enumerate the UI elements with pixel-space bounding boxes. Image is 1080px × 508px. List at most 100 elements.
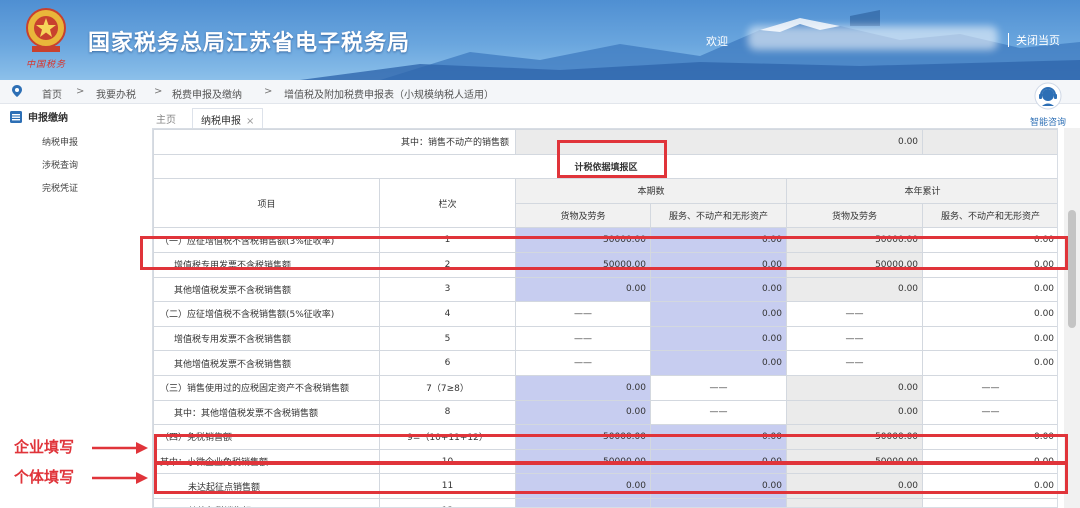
welcome-text: 欢迎 xyxy=(706,35,728,48)
table-row: 其中：其他增值税发票不含税销售额 8 0.00 —— 0.00 —— xyxy=(153,399,1057,426)
cell-services-current[interactable]: 0.00 xyxy=(650,424,787,450)
smart-consult-button[interactable]: 智能咨询 xyxy=(1024,82,1072,128)
close-icon[interactable]: × xyxy=(246,116,254,127)
row-item-name: 未达起征点销售额 xyxy=(153,473,380,499)
cell-goods-current[interactable]: 50000.00 xyxy=(515,424,651,450)
user-name-blurred xyxy=(748,26,998,50)
cell-services-current[interactable]: 0.00 xyxy=(650,325,787,352)
breadcrumb: 首页 > 我要办税 > 税费申报及缴纳 > 增值税及附加税费申报表（小规模纳税人… xyxy=(0,80,1080,104)
tax-emblem-icon xyxy=(22,6,70,56)
sidebar-section-declare[interactable]: 申报缴纳 xyxy=(10,109,68,124)
header-row: 项目 栏次 本期数 本年累计 xyxy=(153,178,1057,229)
table-row: （三）销售使用过的应税固定资产不含税销售额 7（7≥8） 0.00 —— 0.00 —— xyxy=(153,374,1057,401)
cell-goods-year: 0.00 xyxy=(785,473,924,499)
cell-services-current[interactable]: 0.00 xyxy=(650,448,787,475)
row-column-no: 3 xyxy=(379,276,516,303)
header-goods-year: 货物及劳务 xyxy=(785,202,924,229)
row-column-no: 8 xyxy=(379,399,516,426)
cell-services-current[interactable]: 0.00 xyxy=(650,251,787,278)
header-item: 项目 xyxy=(153,178,380,229)
table-row: 增值税专用发票不含税销售额 5 —— 0.00 —— 0.00 xyxy=(153,325,1057,352)
cell-services-current[interactable]: 0.00 xyxy=(650,276,787,303)
cell-goods-current[interactable]: 50000.00 xyxy=(515,448,651,475)
sidebar-item-tax-certificate[interactable]: 完税凭证 xyxy=(42,181,78,194)
row-item-name: 其他增值税发票不含税销售额 xyxy=(153,350,380,376)
row-column-no: 9=（10+11+12） xyxy=(379,424,516,450)
cell-goods-current[interactable]: 0.00 xyxy=(515,276,651,303)
cell-services-current[interactable] xyxy=(650,497,787,507)
tab-tax-declaration[interactable]: 纳税申报 × xyxy=(192,108,264,128)
header-current-period: 本期数 xyxy=(515,178,787,204)
vertical-scrollbar[interactable] xyxy=(1064,128,1080,508)
row-column-no: 12 xyxy=(379,497,516,507)
row-column-no: 6 xyxy=(379,350,516,376)
breadcrumb-home[interactable]: 首页 xyxy=(42,86,62,101)
cell-goods-current: —— xyxy=(515,350,651,376)
breadcrumb-separator: > xyxy=(76,86,85,97)
section-title-row: 计税依据填报区 xyxy=(153,153,1057,180)
cell-services-current[interactable]: 0.00 xyxy=(650,227,787,253)
cell-goods-year: 50000.00 xyxy=(785,227,924,253)
cell-services-current[interactable]: 0.00 xyxy=(650,301,787,327)
cell-services-year: 0.00 xyxy=(922,350,1057,376)
cell-services-current[interactable]: 0.00 xyxy=(650,473,787,499)
tax-form: 其中：销售不动产的销售额 0.00 计税依据填报区 项目 栏次 本期数 本年累计… xyxy=(152,128,1058,508)
cell-services-year: 0.00 xyxy=(922,251,1057,278)
table-row: 未达起征点销售额 11 0.00 0.00 0.00 0.00 xyxy=(153,473,1057,499)
breadcrumb-separator: > xyxy=(264,86,273,97)
cell-goods-year: —— xyxy=(785,325,924,352)
row-item-name: 其中：其他增值税发票不含税销售额 xyxy=(153,399,380,426)
location-pin-icon xyxy=(12,85,22,97)
table-row: 其中：销售不动产的销售额 0.00 xyxy=(153,129,1057,155)
cell-goods-year: 50000.00 xyxy=(785,448,924,475)
cell-goods-year xyxy=(785,497,924,507)
cell-goods-year: 50000.00 xyxy=(785,424,924,450)
row-item-name: （二）应征增值税不含税销售额(5%征收率) xyxy=(153,301,380,327)
sidebar-item-tax-declaration[interactable]: 纳税申报 xyxy=(42,135,78,148)
breadcrumb-separator: > xyxy=(154,86,163,97)
cell-goods-year: 0.00 xyxy=(785,399,924,426)
cell-goods-current[interactable] xyxy=(515,497,651,507)
close-page-link[interactable]: 关闭当页 xyxy=(1016,32,1060,48)
cell-services-year: 0.00 xyxy=(922,301,1057,327)
real-estate-sales-value: 0.00 xyxy=(514,129,924,155)
table-row: 其他增值税发票不含税销售额 6 —— 0.00 —— 0.00 xyxy=(153,350,1057,376)
table-row: （二）应征增值税不含税销售额(5%征收率) 4 —— 0.00 —— 0.00 xyxy=(153,301,1057,327)
tab-bar: 主页 纳税申报 × xyxy=(140,106,1020,128)
row-item-name: 增值税专用发票不含税销售额 xyxy=(153,251,380,278)
cell-goods-year: 50000.00 xyxy=(785,251,924,278)
breadcrumb-declare-pay[interactable]: 税费申报及缴纳 xyxy=(172,86,242,101)
table-row: 其他免税销售额12 xyxy=(153,497,1057,507)
scrollbar-thumb[interactable] xyxy=(1068,210,1076,328)
row-column-no: 7（7≥8） xyxy=(379,374,516,401)
cell-goods-current[interactable]: 0.00 xyxy=(515,374,651,401)
breadcrumb-do-tax[interactable]: 我要办税 xyxy=(96,86,136,101)
tax-basis-table: 其中：销售不动产的销售额 0.00 计税依据填报区 项目 栏次 本期数 本年累计… xyxy=(153,129,1057,507)
smart-consult-label: 智能咨询 xyxy=(1029,118,1066,128)
site-title: 国家税务总局江苏省电子税务局 xyxy=(88,31,411,56)
cell-goods-year: 0.00 xyxy=(785,276,924,303)
row-item-name: 其他增值税发票不含税销售额 xyxy=(153,276,380,303)
header-column-no: 栏次 xyxy=(379,178,516,229)
cell-services-current: —— xyxy=(650,399,787,426)
row-item-name: 其他免税销售额 xyxy=(153,497,380,507)
row-item-name: （四）免税销售额 xyxy=(153,424,380,450)
cell-services-year: 0.00 xyxy=(922,276,1057,303)
cell-goods-current[interactable]: 50000.00 xyxy=(515,227,651,253)
list-grid-icon xyxy=(10,110,22,123)
cell-goods-current[interactable]: 0.00 xyxy=(515,473,651,499)
cell-services-current[interactable]: 0.00 xyxy=(650,350,787,376)
cell-services-year: —— xyxy=(922,399,1057,426)
cell-services-year xyxy=(922,497,1057,507)
row-column-no: 2 xyxy=(379,251,516,278)
sidebar-section-label: 申报缴纳 xyxy=(28,113,68,124)
cell-goods-current[interactable]: 50000.00 xyxy=(515,251,651,278)
cell-goods-current[interactable]: 0.00 xyxy=(515,399,651,426)
tax-page: 中国税务 国家税务总局江苏省电子税务局 欢迎 关闭当页 首页 > 我要办税 > … xyxy=(0,0,1080,508)
tab-home[interactable]: 主页 xyxy=(148,108,184,128)
sidebar-item-tax-query[interactable]: 涉税查询 xyxy=(42,158,78,171)
arrow-right-icon xyxy=(92,442,148,454)
cell-services-year: —— xyxy=(922,374,1057,401)
site-header: 中国税务 国家税务总局江苏省电子税务局 欢迎 关闭当页 xyxy=(0,0,1080,80)
cell-goods-year: 0.00 xyxy=(785,374,924,401)
